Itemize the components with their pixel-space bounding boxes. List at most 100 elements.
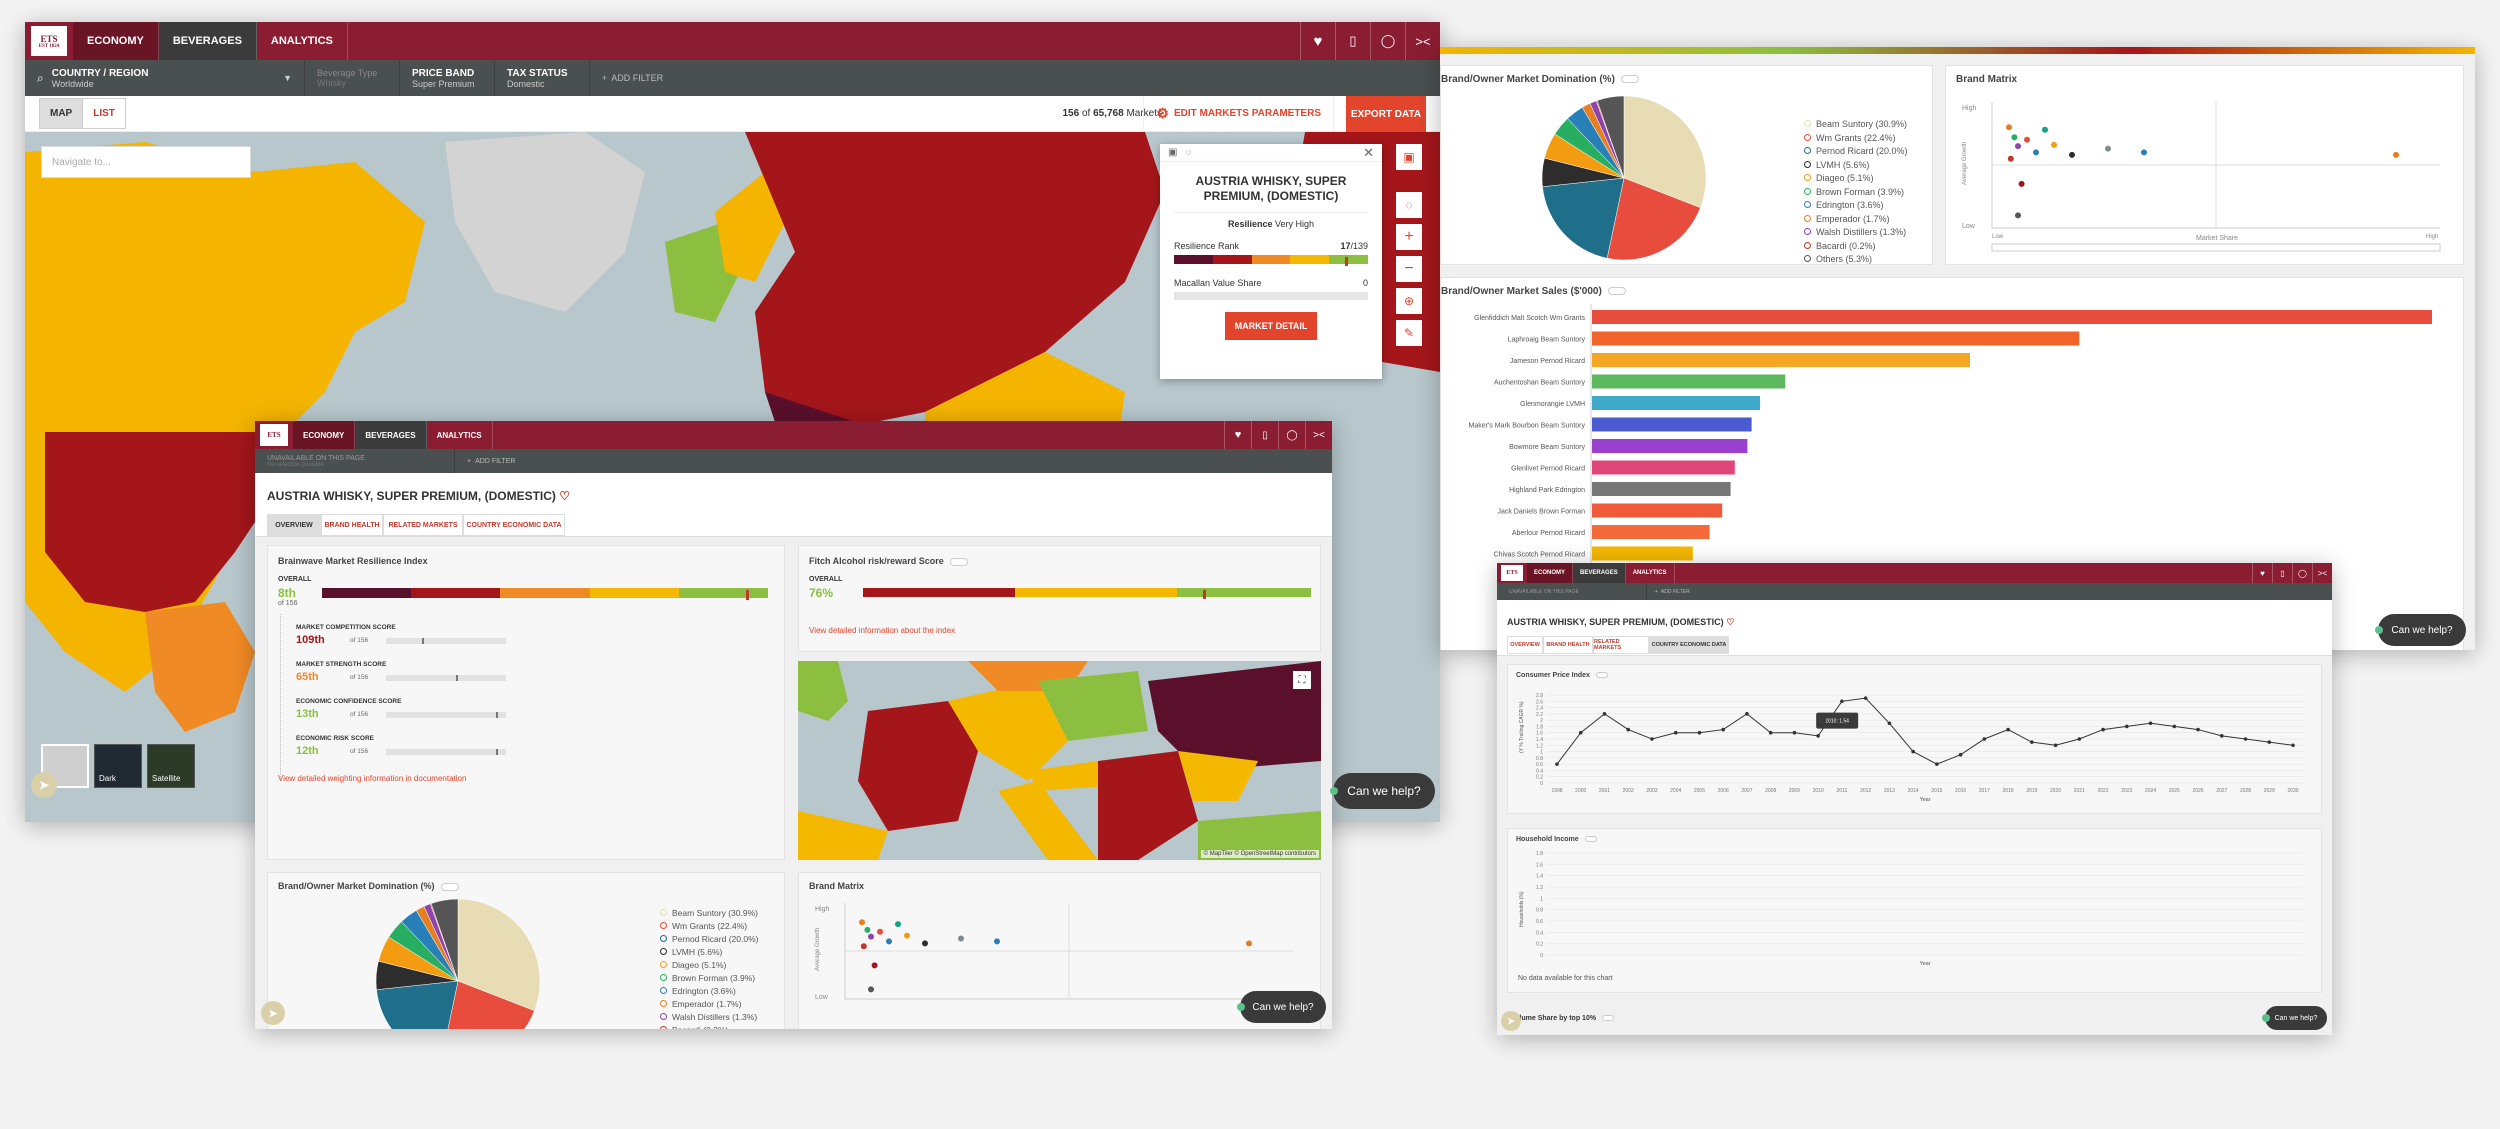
add-filter-button[interactable]: + ADD FILTER [455, 458, 527, 465]
help-button[interactable]: Can we help? [2378, 614, 2466, 646]
tab-analytics[interactable]: ANALYTICS [1626, 563, 1675, 583]
collapse-icon[interactable]: >< [2312, 563, 2332, 583]
tab-country-economic-data[interactable]: COUNTRY ECONOMIC DATA [1649, 636, 1729, 654]
tab-economy[interactable]: ECONOMY [73, 22, 159, 60]
export-data-button[interactable]: EXPORT DATA [1346, 96, 1426, 132]
legend-item[interactable]: Edrington (3.6%) [1804, 199, 1908, 213]
legend-item[interactable]: Walsh Distillers (1.3%) [1804, 226, 1908, 240]
legend-item[interactable]: Others (5.3%) [1804, 253, 1908, 267]
heart-icon[interactable]: ♥ [2252, 563, 2272, 583]
ruler-icon[interactable]: ✎ [1396, 320, 1422, 346]
zoom-in-icon[interactable]: + [1396, 224, 1422, 250]
compass-icon[interactable]: ⊕ [1396, 288, 1422, 314]
legend-item[interactable]: Diageo (5.1%) [1804, 172, 1908, 186]
location-fab[interactable]: ➤ [31, 772, 57, 798]
tab-brand-health[interactable]: BRAND HEALTH [321, 514, 383, 536]
legend-item[interactable]: Edrington (3.6%) [660, 985, 758, 998]
legend-item[interactable]: Beam Suntory (30.9%) [660, 907, 758, 920]
legend-item[interactable]: Bacardi (0.2%) [1804, 240, 1908, 254]
lasso-icon[interactable]: ◌ [1185, 147, 1191, 158]
legend-item[interactable]: Pernod Ricard (20.0%) [1804, 145, 1908, 159]
legend-item[interactable]: Brown Forman (3.9%) [1804, 186, 1908, 200]
tab-beverages[interactable]: BEVERAGES [1573, 563, 1626, 583]
expand-icon[interactable]: ▣ [1168, 147, 1177, 158]
legend-item[interactable]: Wm Grants (22.4%) [1804, 132, 1908, 146]
matrix-low-label: Low [1962, 223, 1976, 230]
add-filter-button[interactable]: + ADD FILTER [1647, 589, 1698, 595]
bmri-card: Brainwave Market Resilience Index OVERAL… [267, 545, 785, 860]
europe-map[interactable]: ⛶ © MapTiler © OpenStreetMap contributor… [798, 661, 1321, 860]
layers-icon[interactable]: ▣ [1396, 144, 1422, 170]
toggle-chip[interactable] [1584, 836, 1597, 843]
lasso-icon[interactable]: ◌ [1396, 192, 1422, 218]
filter-price-band[interactable]: PRICE BAND Super Premium [400, 60, 495, 96]
user-icon[interactable]: ◯ [2292, 563, 2312, 583]
user-icon[interactable]: ◯ [1370, 22, 1405, 60]
tab-economy[interactable]: ECONOMY [1527, 563, 1574, 583]
collapse-icon[interactable]: >< [1405, 22, 1440, 60]
toggle-chip[interactable] [1595, 672, 1608, 679]
tab-analytics[interactable]: ANALYTICS [257, 22, 348, 60]
help-button[interactable]: Can we help? [1240, 991, 1326, 1023]
legend-item[interactable]: Walsh Distillers (1.3%) [660, 1011, 758, 1024]
legend-item[interactable]: Diageo (5.1%) [660, 959, 758, 972]
help-button[interactable]: Can we help? [1333, 773, 1435, 809]
tab-beverages[interactable]: BEVERAGES [158, 22, 257, 60]
tab-economy[interactable]: ECONOMY [293, 421, 356, 449]
toggle-chip[interactable] [1620, 75, 1639, 84]
heart-icon[interactable]: ♥ [1300, 22, 1335, 60]
tab-overview[interactable]: OVERVIEW [267, 514, 321, 536]
tab-beverages[interactable]: BEVERAGES [355, 421, 427, 449]
filter-beverage-type[interactable]: Beverage Type Whisky [305, 60, 400, 96]
heart-outline-icon[interactable]: ♡ [559, 489, 570, 503]
legend-item[interactable]: Pernod Ricard (20.0%) [660, 933, 758, 946]
legend-item[interactable]: Bacardi (0.2%) [660, 1024, 758, 1029]
legend-item[interactable]: Emperador (1.7%) [660, 998, 758, 1011]
weighting-link[interactable]: View detailed weighting information in d… [278, 774, 466, 783]
toggle-chip[interactable] [1607, 287, 1626, 296]
heart-outline-icon[interactable]: ♡ [1726, 617, 1734, 627]
tab-map[interactable]: MAP [39, 98, 84, 129]
tab-analytics[interactable]: ANALYTICS [427, 421, 493, 449]
bookmark-icon[interactable]: ▯ [1335, 22, 1370, 60]
location-fab[interactable]: ➤ [261, 1001, 285, 1025]
toggle-chip[interactable] [1602, 1015, 1615, 1022]
legend-item[interactable]: Beam Suntory (30.9%) [1804, 118, 1908, 132]
fullscreen-icon[interactable]: ⛶ [1293, 671, 1311, 689]
legend-item[interactable]: Wm Grants (22.4%) [660, 920, 758, 933]
user-icon[interactable]: ◯ [1278, 421, 1305, 449]
basemap-dark[interactable]: Dark [94, 744, 142, 788]
help-button[interactable]: Can we help? [2265, 1006, 2327, 1030]
x-axis-label: Year [1919, 961, 1930, 967]
zoom-out-icon[interactable]: − [1396, 256, 1422, 282]
bookmark-icon[interactable]: ▯ [2272, 563, 2292, 583]
location-fab[interactable]: ➤ [1501, 1011, 1521, 1031]
legend-item[interactable]: Brown Forman (3.9%) [660, 972, 758, 985]
tab-brand-health[interactable]: BRAND HEALTH [1543, 636, 1593, 654]
legend-item[interactable]: LVMH (5.6%) [660, 946, 758, 959]
close-icon[interactable]: ✕ [1363, 145, 1374, 161]
heart-icon[interactable]: ♥ [1224, 421, 1251, 449]
legend-label: LVMH (5.6%) [1816, 159, 1870, 170]
tab-overview[interactable]: OVERVIEW [1507, 636, 1543, 654]
filter-country[interactable]: ⌕ COUNTRY / REGION Worldwide ▼ [25, 60, 305, 96]
add-filter-button[interactable]: + ADD FILTER [590, 73, 675, 83]
basemap-satellite[interactable]: Satellite [147, 744, 195, 788]
bookmark-icon[interactable]: ▯ [1251, 421, 1278, 449]
fitch-link[interactable]: View detailed information about the inde… [809, 626, 955, 635]
collapse-icon[interactable]: >< [1305, 421, 1332, 449]
edit-markets-button[interactable]: ⚙ EDIT MARKETS PARAMETERS [1143, 95, 1334, 132]
filter-tax-status[interactable]: TAX STATUS Domestic [495, 60, 590, 96]
toggle-chip[interactable] [949, 557, 968, 566]
tab-list[interactable]: LIST [83, 98, 126, 129]
toggle-chip[interactable] [440, 882, 459, 891]
market-detail-button[interactable]: MARKET DETAIL [1225, 312, 1317, 340]
navigate-input[interactable]: Navigate to... [41, 146, 251, 178]
tab-related-markets[interactable]: RELATED MARKETS [383, 514, 463, 536]
tab-related-markets[interactable]: RELATED MARKETS [1593, 636, 1649, 654]
sales-bar-label: Glenfiddich Malt Scotch Wm Grants [1474, 315, 1585, 322]
fitch-marker [1203, 590, 1207, 599]
legend-item[interactable]: LVMH (5.6%) [1804, 159, 1908, 173]
legend-item[interactable]: Emperador (1.7%) [1804, 213, 1908, 227]
tab-country-economic-data[interactable]: COUNTRY ECONOMIC DATA [463, 514, 565, 536]
